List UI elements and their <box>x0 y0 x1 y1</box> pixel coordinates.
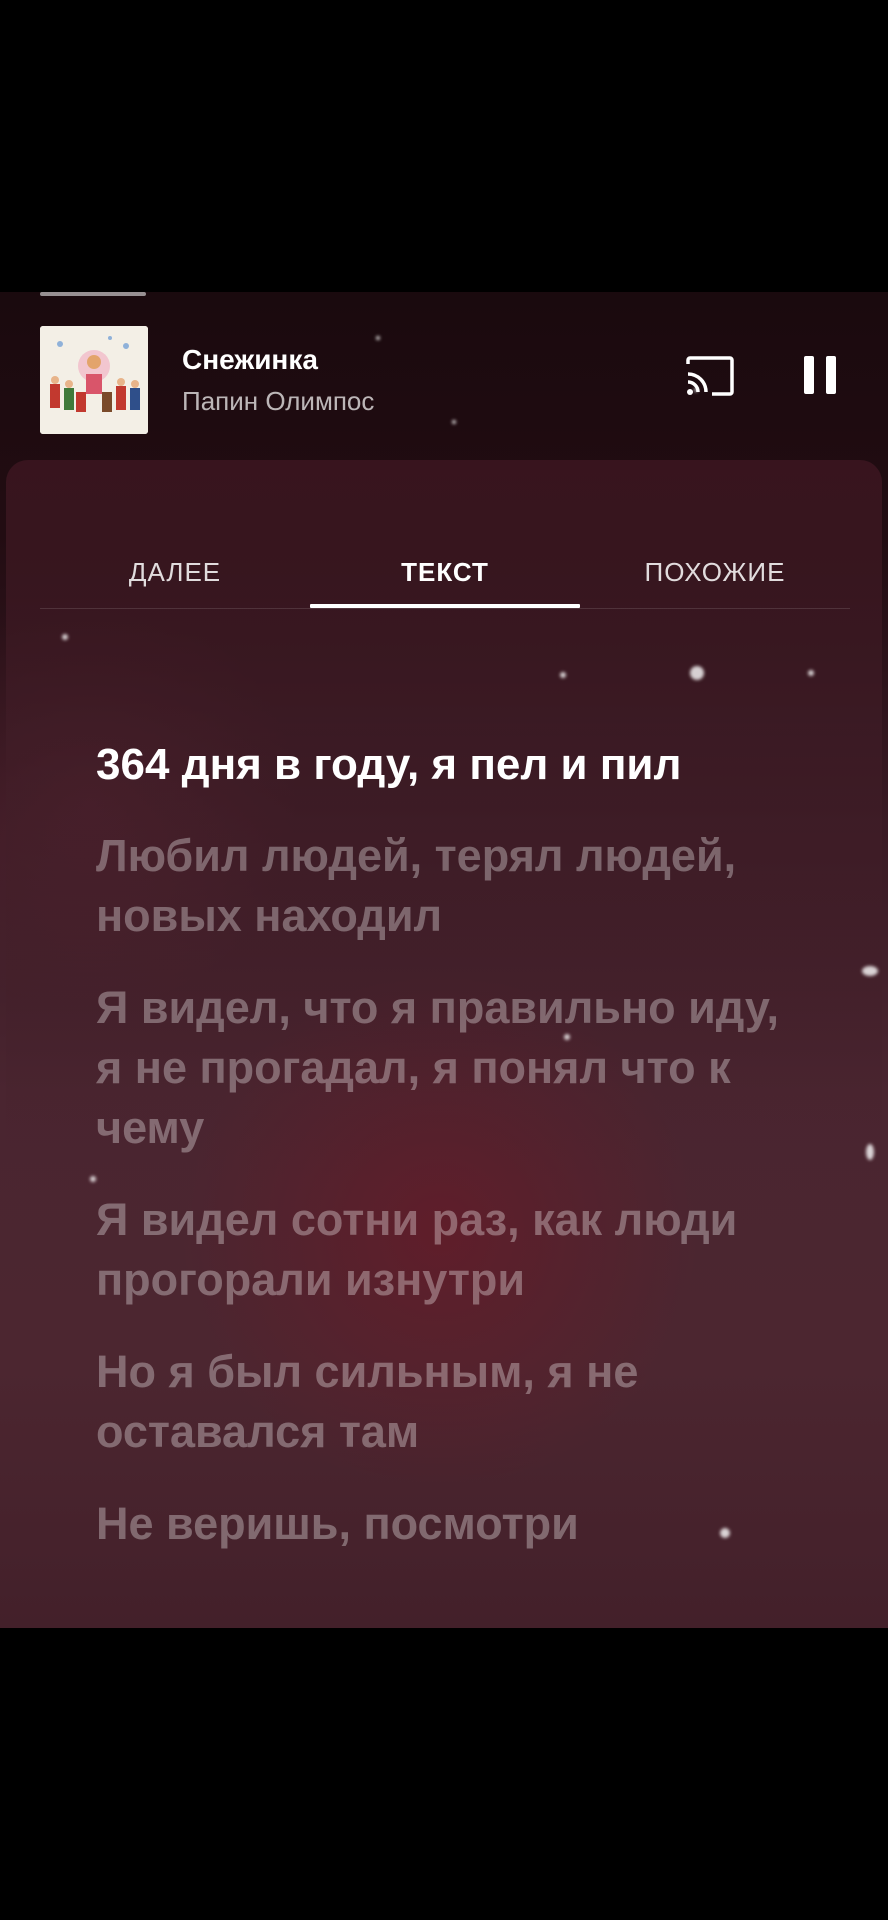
lyric-line: Я видел сотни раз, как люди прогорали из… <box>96 1194 738 1305</box>
snowflake <box>694 388 698 392</box>
tab-lyrics[interactable]: ТЕКСТ <box>310 542 580 602</box>
lyric-line-active: 364 дня в году, я пел и пил <box>96 740 682 789</box>
mini-player[interactable]: Снежинка Папин Олимпос <box>0 292 888 442</box>
pause-icon <box>804 356 836 394</box>
track-artist[interactable]: Папин Олимпос <box>182 386 374 417</box>
cast-icon <box>686 356 734 396</box>
snowflake <box>808 670 814 676</box>
lyric-line: Я видел, что я правильно иду, я не прога… <box>96 982 780 1153</box>
snowflake <box>866 1144 874 1160</box>
lyrics-container[interactable]: 364 дня в году, я пел и пил Любил людей,… <box>96 736 796 1554</box>
snowflake <box>62 634 68 640</box>
pause-button[interactable] <box>800 352 840 398</box>
lyric-line: Любил людей, терял людей, новых находил <box>96 830 737 941</box>
snowflake <box>564 1034 570 1040</box>
snowflake <box>560 672 566 678</box>
snowflake <box>452 420 456 424</box>
album-art[interactable] <box>40 326 148 434</box>
lyric-line: Но я был сильным, я не оставался там <box>96 1346 639 1457</box>
track-title[interactable]: Снежинка <box>182 344 318 376</box>
tab-related[interactable]: ПОХОЖИЕ <box>580 542 850 602</box>
lyric-line-partial: Не веришь, посмотри <box>96 1498 579 1549</box>
album-art-image <box>40 326 148 434</box>
tab-bar: ДАЛЕЕ ТЕКСТ ПОХОЖИЕ <box>40 542 850 612</box>
player-screen: Снежинка Папин Олимпос ДАЛЕЕ ТЕКСТ ПОХОЖ… <box>0 292 888 1628</box>
snowflake <box>90 1176 96 1182</box>
snowflake <box>376 336 380 340</box>
cast-button[interactable] <box>684 354 736 398</box>
snowflake <box>690 666 704 680</box>
tab-next[interactable]: ДАЛЕЕ <box>40 542 310 602</box>
snowflake <box>862 966 878 976</box>
tab-divider <box>40 608 850 609</box>
snowflake <box>720 1528 730 1538</box>
